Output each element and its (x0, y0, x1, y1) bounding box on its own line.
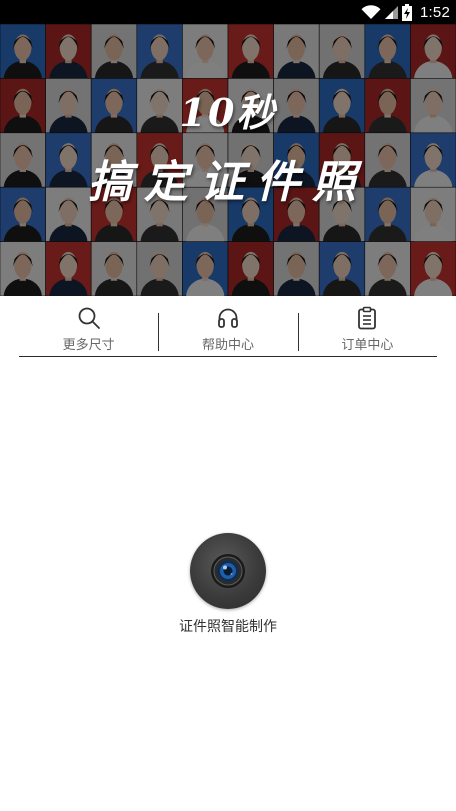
smart-id-photo-camera-button[interactable] (190, 533, 266, 609)
battery-charging-icon (402, 3, 412, 21)
camera-lens-icon (190, 533, 266, 609)
nav-order-center[interactable]: 订单中心 (297, 296, 437, 356)
camera-label: 证件照智能制作 (179, 619, 277, 635)
nav-label-order-center: 订单中心 (341, 338, 394, 353)
clipboard-icon (355, 306, 379, 330)
status-time: 1:52 (420, 3, 450, 21)
nav-more-sizes[interactable]: 更多尺寸 (19, 296, 158, 356)
nav-label-more-sizes: 更多尺寸 (62, 338, 115, 353)
status-icons: 1:52 (361, 0, 450, 24)
search-icon (77, 306, 101, 330)
banner-subheadline: 搞定证件照 (88, 157, 368, 208)
wifi-icon (361, 4, 381, 20)
nav-help-center[interactable]: 帮助中心 (158, 296, 297, 356)
feature-nav: 更多尺寸 帮助中心 订单中心 (19, 296, 437, 357)
banner: 10秒 搞定证件照 (0, 24, 456, 296)
headphones-icon (216, 306, 240, 330)
nav-label-help-center: 帮助中心 (201, 338, 254, 353)
status-bar: 1:52 (0, 0, 456, 24)
banner-headline: 10秒 (179, 90, 277, 135)
signal-icon (385, 5, 398, 20)
